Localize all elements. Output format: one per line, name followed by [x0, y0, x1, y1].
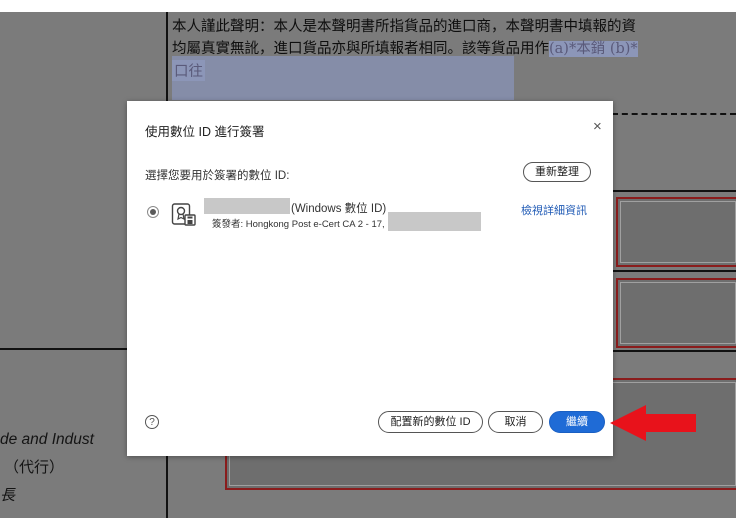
certificate-radio[interactable]	[147, 206, 159, 218]
title-text: 長	[0, 487, 16, 504]
sign-with-digital-id-dialog: 使用數位 ID 進行簽署 × 選擇您要用於簽署的數位 ID: 重新整理 (Win…	[127, 101, 613, 456]
refresh-button[interactable]: 重新整理	[523, 162, 591, 182]
view-details-link[interactable]: 檢視詳細資訊	[521, 202, 587, 218]
declaration-line: 口往	[172, 60, 205, 81]
dashed-separator	[612, 113, 736, 115]
signature-field[interactable]	[616, 278, 736, 348]
declaration-highlight: (a)*本銷 (b)*	[549, 41, 638, 57]
close-icon[interactable]: ×	[593, 118, 602, 135]
redacted-issuer	[388, 212, 481, 231]
form-divider	[613, 190, 736, 192]
select-id-prompt: 選擇您要用於簽署的數位 ID:	[145, 170, 290, 182]
declaration-line: 本人謹此聲明：本人是本聲明書所指貨品的進口商，本聲明書中填報的資	[172, 19, 636, 35]
form-divider	[613, 270, 736, 272]
signature-field[interactable]	[616, 197, 736, 267]
declaration-line: 均屬真實無訛，進口貨品亦與所填報者相同。該等貨品用作(a)*本銷 (b)*	[172, 38, 736, 60]
redacted-name	[204, 198, 290, 214]
issuer-label: 簽發者: Hongkong Post e-Cert CA 2 - 17,	[212, 219, 385, 230]
continue-button[interactable]: 繼續	[549, 411, 605, 433]
acting-label: （代行）	[4, 459, 65, 476]
id-type-label: (Windows 數位 ID)	[291, 203, 387, 215]
document-top-band	[0, 0, 736, 12]
cancel-button[interactable]: 取消	[488, 411, 543, 433]
certificate-icon	[171, 203, 196, 226]
configure-new-id-button[interactable]: 配置新的數位 ID	[378, 411, 483, 433]
declaration-text: 本人謹此聲明：本人是本聲明書所指貨品的進口商，本聲明書中填報的資 均屬真實無訛，…	[172, 16, 736, 60]
red-arrow-annotation	[610, 405, 696, 441]
help-icon[interactable]: ?	[145, 415, 159, 429]
field-highlight	[172, 56, 514, 100]
form-divider	[0, 348, 127, 350]
form-divider	[613, 350, 736, 352]
declaration-text-part: 均屬真實無訛，進口貨品亦與所填報者相同。該等貨品用作	[172, 41, 549, 57]
department-name-text: de and Indust	[0, 431, 94, 448]
dialog-title: 使用數位 ID 進行簽署	[145, 125, 265, 139]
